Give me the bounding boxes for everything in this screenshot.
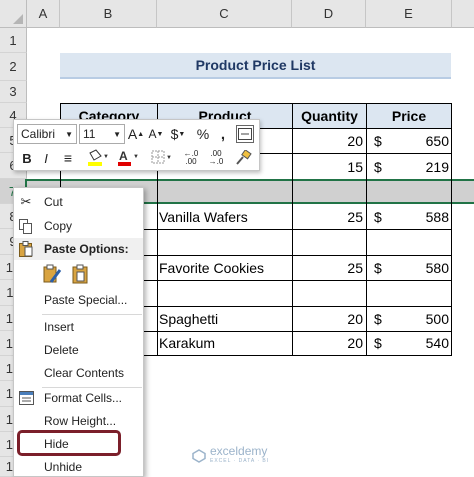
cell-quantity[interactable]: 20 — [292, 306, 363, 331]
table-border — [451, 129, 452, 355]
menu-item-label: Clear Contents — [44, 366, 125, 380]
menu-item-unhide[interactable]: Unhide — [14, 456, 143, 477]
table-title: Product Price List — [60, 53, 451, 79]
menu-item-insert[interactable]: Insert — [14, 316, 143, 338]
font-color-icon[interactable]: A ▼ — [116, 148, 140, 168]
paste-options-header: Paste Options: — [14, 238, 143, 260]
menu-item-label: Row Height... — [44, 414, 117, 428]
chevron-down-icon: ▼ — [65, 129, 73, 139]
row-header-2[interactable]: 2 — [0, 53, 27, 81]
mini-toolbar: Calibri ▼ 11 ▼ A ▲ A ▼ $ ▼ % , B I ≡ ▼ A ▼ ▼ ←… — [13, 119, 260, 171]
menu-item-row-height[interactable]: Row Height... — [14, 410, 143, 432]
paste-formatting-icon[interactable] — [42, 263, 64, 285]
format-painter-icon[interactable] — [232, 148, 254, 168]
currency-label: $ — [170, 126, 179, 142]
watermark-logo-icon — [192, 449, 206, 463]
font-name-box[interactable]: Calibri ▼ — [17, 124, 77, 144]
cell-product[interactable]: Spaghetti — [159, 306, 290, 331]
cell-price[interactable]: 219 — [390, 154, 449, 179]
percent-icon[interactable]: % — [194, 124, 212, 144]
font-size-box[interactable]: 11 ▼ — [79, 124, 125, 144]
menu-item-label: Delete — [44, 343, 79, 357]
cell-quantity[interactable]: 15 — [292, 154, 363, 179]
cell-price[interactable]: 650 — [390, 129, 449, 153]
align-center-icon[interactable]: ≡ — [59, 148, 77, 168]
menu-item-clear-contents[interactable]: Clear Contents — [14, 362, 143, 384]
borders-icon[interactable]: ▼ — [149, 148, 175, 168]
spreadsheet: A B C D E 1 2 3 4 5 6 7 8 9 10 11 12 13 … — [0, 0, 474, 477]
menu-item-label: Format Cells... — [44, 391, 123, 405]
select-all-corner[interactable] — [0, 0, 27, 28]
comma-style-icon[interactable]: , — [217, 124, 229, 144]
cell-quantity[interactable]: 20 — [292, 331, 363, 355]
row-header-3[interactable]: 3 — [0, 81, 27, 103]
header-quantity: Quantity — [292, 103, 367, 129]
fill-color-icon[interactable]: ▼ — [84, 148, 110, 168]
font-name-value: Calibri — [21, 127, 56, 141]
menu-item-label: Copy — [44, 219, 73, 233]
cell-currency[interactable]: $ — [374, 331, 390, 355]
decrease-font-icon[interactable]: A ▼ — [147, 124, 165, 144]
col-header-d[interactable]: D — [292, 0, 366, 28]
menu-item-delete[interactable]: Delete — [14, 339, 143, 361]
menu-item-label: Unhide — [44, 460, 83, 474]
col-header-a[interactable]: A — [27, 0, 60, 28]
currency-icon[interactable]: $ ▼ — [167, 124, 189, 144]
cell-price[interactable]: 588 — [390, 204, 449, 229]
watermark-text: exceldemy — [210, 444, 268, 458]
copy-icon — [18, 218, 34, 234]
cell-product[interactable]: Karakum — [159, 331, 290, 355]
col-header-c[interactable]: C — [157, 0, 292, 28]
cell-quantity[interactable]: 25 — [292, 255, 363, 280]
watermark-subtext: EXCEL · DATA · BI — [210, 458, 270, 464]
format-cells-icon — [18, 390, 34, 406]
scissors-icon: ✂ — [20, 194, 32, 209]
paste-icon[interactable] — [70, 263, 92, 285]
menu-item-copy[interactable]: Copy — [14, 215, 143, 237]
cell-quantity[interactable]: 25 — [292, 204, 363, 229]
increase-decimal-icon[interactable]: ←.0.00 — [180, 148, 202, 168]
header-price: Price — [366, 103, 452, 129]
menu-item-paste-special[interactable]: Paste Special... — [14, 289, 143, 311]
chevron-down-icon: ▼ — [113, 129, 121, 139]
svg-text:A: A — [119, 149, 128, 163]
cell-quantity[interactable]: 20 — [292, 129, 363, 153]
cell-price[interactable]: 500 — [390, 306, 449, 331]
svg-text:▼: ▼ — [133, 154, 139, 160]
cell-price[interactable]: 540 — [390, 331, 449, 355]
menu-item-label: Insert — [44, 320, 75, 334]
menu-item-cut[interactable]: ✂ Cut — [14, 191, 143, 213]
col-header-b[interactable]: B — [60, 0, 157, 28]
menu-item-label: Cut — [44, 195, 63, 209]
menu-separator — [42, 314, 142, 315]
cell-product[interactable]: Vanilla Wafers — [159, 204, 290, 229]
table-border — [366, 129, 367, 355]
col-header-e[interactable]: E — [366, 0, 452, 28]
cell-currency[interactable]: $ — [374, 154, 390, 179]
cell-currency[interactable]: $ — [374, 255, 390, 280]
row-header-1[interactable]: 1 — [0, 28, 27, 53]
cell-currency[interactable]: $ — [374, 204, 390, 229]
italic-button[interactable]: I — [39, 148, 53, 168]
font-size-value: 11 — [83, 127, 96, 141]
decrease-decimal-icon[interactable]: .00 →.0 — [205, 148, 227, 168]
menu-item-format-cells[interactable]: Format Cells... — [14, 387, 143, 409]
increase-font-icon[interactable]: A ▲ — [127, 124, 145, 144]
exceldemy-watermark: exceldemy EXCEL · DATA · BI — [192, 444, 322, 468]
col-header-f[interactable] — [452, 0, 474, 28]
clipboard-icon — [18, 241, 34, 257]
cell-product[interactable]: Favorite Cookies — [159, 255, 290, 280]
svg-text:▼: ▼ — [103, 154, 108, 160]
merge-center-icon[interactable] — [236, 125, 254, 143]
menu-item-label: Paste Special... — [44, 293, 128, 307]
cell-currency[interactable]: $ — [374, 129, 390, 153]
svg-text:▼: ▼ — [166, 155, 172, 161]
cell-currency[interactable]: $ — [374, 306, 390, 331]
bold-button[interactable]: B — [19, 148, 35, 168]
cell-price[interactable]: 580 — [390, 255, 449, 280]
menu-item-label: Paste Options: — [44, 242, 129, 256]
hide-highlight — [17, 430, 121, 456]
